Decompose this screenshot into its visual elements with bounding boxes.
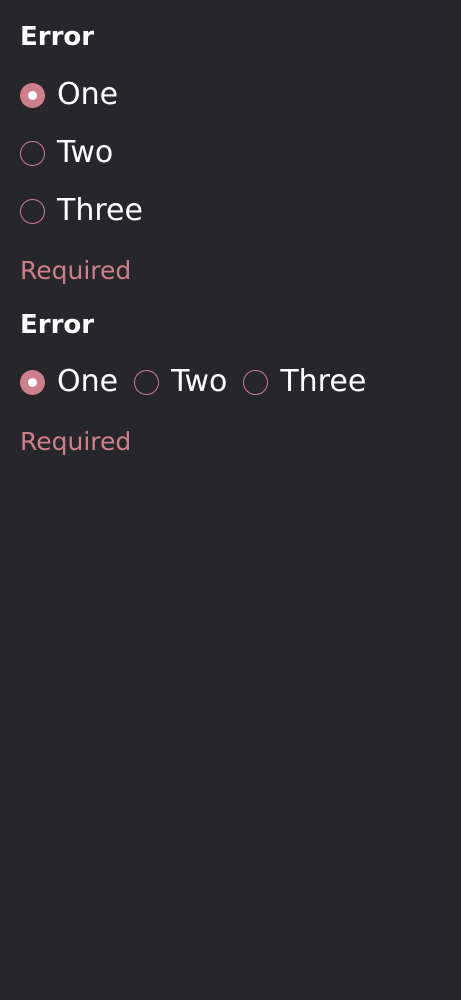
radio-checked-icon[interactable] (20, 369, 45, 395)
helper-text-error: Required (20, 256, 132, 285)
radio-option-label: One (57, 364, 119, 399)
radio-unchecked-icon[interactable] (20, 198, 45, 224)
radio-option-label: Three (57, 193, 143, 228)
helper-text-error: Required (20, 427, 132, 456)
radio-option-label: Two (57, 135, 114, 170)
radio-row: One Two Three (20, 365, 366, 399)
radio-unchecked-icon[interactable] (134, 369, 160, 395)
radio-option-one[interactable]: One (20, 367, 118, 397)
radio-unchecked-icon[interactable] (243, 369, 269, 395)
group-label: Error (20, 22, 95, 52)
radio-option-three[interactable]: Three (20, 194, 143, 228)
radio-option-two[interactable]: Two (134, 367, 227, 397)
radio-option-one[interactable]: One (20, 78, 118, 112)
radio-option-label: Two (171, 364, 228, 399)
radio-unchecked-icon[interactable] (20, 140, 45, 166)
radio-option-two[interactable]: Two (20, 136, 113, 170)
radio-checked-icon[interactable] (20, 82, 45, 108)
radio-option-three[interactable]: Three (243, 367, 366, 397)
radio-group-horizontal: Error One Two Three Required (20, 312, 440, 462)
group-label: Error (20, 310, 95, 340)
radio-option-label: Three (280, 364, 367, 399)
radio-option-label: One (57, 77, 119, 112)
radio-group-vertical: Error One Two Three Required (20, 24, 440, 294)
